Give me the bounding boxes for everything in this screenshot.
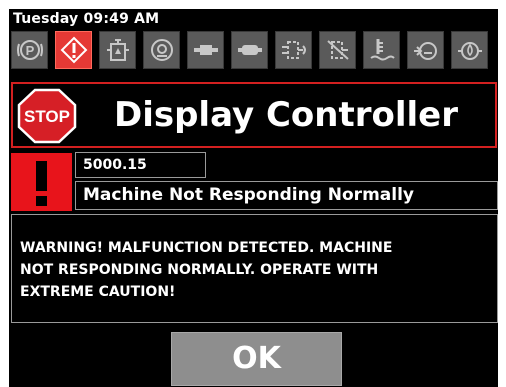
warning-panel: WARNING! MALFUNCTION DETECTED. MACHINE N…: [11, 214, 498, 323]
display-screen: Tuesday 09:49 AM P STOP Display Controll…: [9, 9, 498, 387]
status-datetime: Tuesday 09:49 AM: [13, 11, 160, 27]
alert-header: STOP Display Controller: [11, 82, 497, 148]
coolant-level-icon[interactable]: [363, 31, 400, 69]
parking-brake-icon[interactable]: P: [11, 31, 48, 69]
oil-drop-icon[interactable]: [451, 31, 488, 69]
engine-block-icon[interactable]: [143, 31, 180, 69]
stop-sign-icon: STOP: [17, 88, 77, 144]
stop-sign-label: STOP: [24, 107, 70, 126]
fault-code: 5000.15: [75, 152, 206, 178]
fluid-tank-icon[interactable]: [99, 31, 136, 69]
fault-message: Machine Not Responding Normally: [75, 181, 498, 210]
hydraulic-cylinder-icon[interactable]: [187, 31, 224, 69]
svg-text:P: P: [25, 43, 34, 58]
oil-pressure-icon[interactable]: [407, 31, 444, 69]
filter-clogged-icon[interactable]: [319, 31, 356, 69]
ok-button[interactable]: OK: [171, 332, 342, 386]
indicator-icon-bar: P: [11, 31, 497, 69]
warning-text: WARNING! MALFUNCTION DETECTED. MACHINE N…: [20, 240, 393, 300]
warning-alert-icon[interactable]: [55, 31, 92, 69]
page-title: Display Controller: [113, 95, 459, 135]
exclamation-icon: [11, 153, 72, 211]
piston-icon[interactable]: [231, 31, 268, 69]
filter-flow-icon[interactable]: [275, 31, 312, 69]
